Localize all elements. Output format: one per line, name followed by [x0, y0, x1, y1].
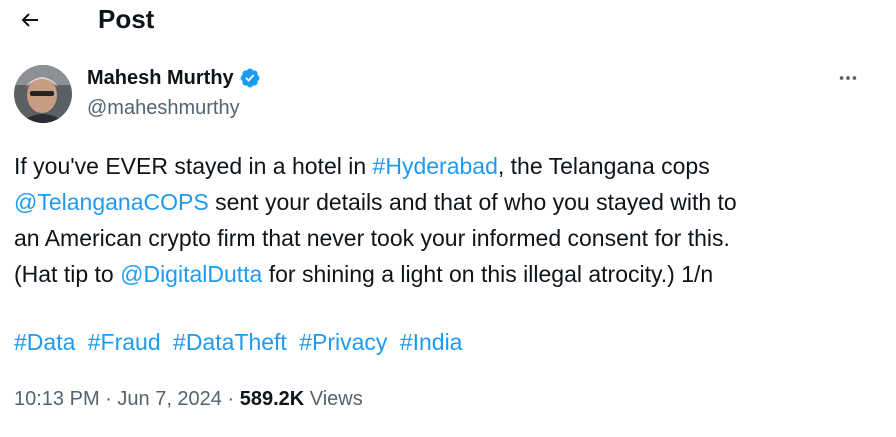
tweet-text: If you've EVER stayed in a hotel in #Hyd… — [14, 148, 874, 292]
more-horizontal-icon — [839, 76, 857, 80]
hashtag-link[interactable]: #Privacy — [299, 329, 387, 355]
tweet-line-3: an American crypto firm that never took … — [14, 225, 730, 251]
tweet-line-2: @TelanganaCOPS sent your details and tha… — [14, 184, 874, 220]
views-count: 589.2K — [239, 388, 305, 410]
author-name[interactable]: Mahesh Murthy — [87, 66, 261, 90]
tweet-line-1: If you've EVER stayed in a hotel in #Hyd… — [14, 148, 874, 184]
avatar[interactable] — [14, 65, 72, 123]
mention-link-telanganacops[interactable]: @TelanganaCOPS — [14, 189, 209, 215]
post-date[interactable]: Jun 7, 2024 — [117, 388, 222, 410]
meta-separator: · — [221, 388, 240, 410]
tweet-text-segment: , the Telangana cops — [497, 153, 710, 179]
meta-separator: · — [99, 388, 118, 410]
tweet-text-segment: sent your details and that of who you st… — [208, 189, 737, 215]
hashtag-link[interactable]: #India — [400, 329, 463, 355]
hashtag-link-hyderabad[interactable]: #Hyderabad — [373, 153, 498, 179]
verified-badge-icon — [240, 68, 260, 88]
page-header: Post — [0, 0, 896, 40]
back-button[interactable] — [14, 4, 46, 36]
author-handle[interactable]: @maheshmurthy — [87, 96, 240, 120]
tweet-text-segment: (Hat tip to — [14, 261, 121, 287]
author-name-text: Mahesh Murthy — [87, 67, 234, 89]
hashtag-link[interactable]: #Fraud — [88, 329, 161, 355]
mention-link-digitaldutta[interactable]: @DigitalDutta — [120, 261, 262, 287]
hashtag-link[interactable]: #DataTheft — [173, 329, 287, 355]
page-title: Post — [98, 4, 155, 34]
more-options-button[interactable] — [832, 62, 864, 94]
hashtag-link[interactable]: #Data — [14, 329, 75, 355]
post-time[interactable]: 10:13 PM — [14, 388, 100, 410]
tweet-text-segment: If you've EVER stayed in a hotel in — [14, 153, 373, 179]
arrow-left-icon — [21, 13, 38, 27]
views-label: Views — [304, 388, 363, 410]
tweet-text-segment: for shining a light on this illegal atro… — [262, 261, 714, 287]
tweet-line-4: (Hat tip to @DigitalDutta for shining a … — [14, 256, 874, 292]
hashtag-list: #Data #Fraud #DataTheft #Privacy #India — [14, 324, 468, 360]
post-metadata: 10:13 PM · Jun 7, 2024 · 589.2K Views — [14, 384, 363, 414]
